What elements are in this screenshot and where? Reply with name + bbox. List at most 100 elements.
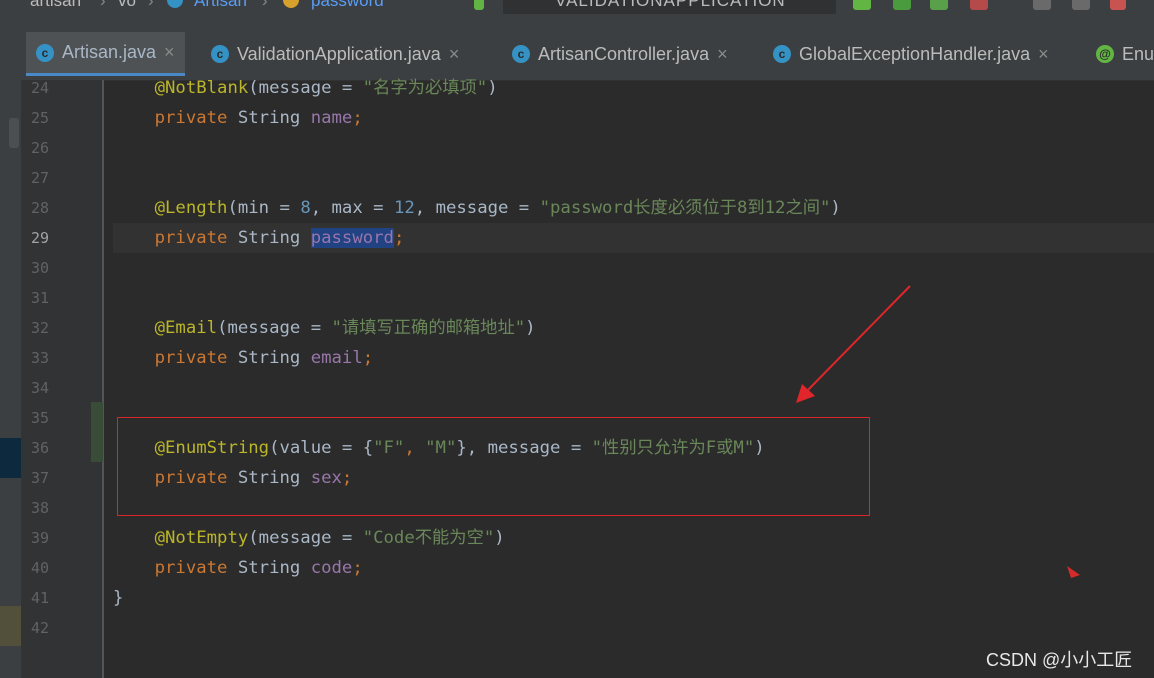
back-arrow-icon[interactable] xyxy=(474,0,484,10)
spring-class-icon: c xyxy=(211,45,229,63)
code-token: ) xyxy=(487,78,498,98)
field-name: name xyxy=(310,108,353,128)
red-arrow-head xyxy=(796,384,815,403)
stop-icon[interactable] xyxy=(1110,0,1126,10)
code-token: (min = xyxy=(227,198,301,218)
run-icon[interactable] xyxy=(853,0,871,10)
code-token: (message = xyxy=(248,528,363,548)
gutter-divider xyxy=(102,80,104,678)
breadcrumb-item-subpackage[interactable]: vo xyxy=(118,0,136,11)
closing-brace: } xyxy=(113,588,124,608)
project-tree-selection-marker xyxy=(0,438,21,478)
run-configuration-selector[interactable]: VALIDATIONAPPLICATION xyxy=(503,0,836,14)
left-tool-strip xyxy=(0,80,21,678)
run-configuration-label: VALIDATIONAPPLICATION xyxy=(555,0,786,10)
profile-icon[interactable] xyxy=(970,0,988,10)
tab-label: ArtisanController.java xyxy=(538,43,710,64)
annotation: @NotEmpty xyxy=(154,528,249,548)
mouse-cursor-icon xyxy=(1067,566,1080,578)
code-token: (message = xyxy=(217,318,332,338)
class-icon xyxy=(167,0,183,8)
code-line-25[interactable]: private String name; xyxy=(113,103,363,133)
line-number: 41 xyxy=(30,589,49,607)
line-number: 30 xyxy=(30,259,49,277)
close-icon[interactable]: × xyxy=(449,44,460,65)
breadcrumb-item-field[interactable]: password xyxy=(311,0,384,11)
code-line-32[interactable]: @Email(message = "请填写正确的邮箱地址") xyxy=(113,313,536,343)
string-literal: "Code不能为空" xyxy=(362,528,495,548)
type-name: String xyxy=(237,348,311,368)
watermark: CSDN @小小工匠 xyxy=(986,650,1133,670)
build-icon[interactable] xyxy=(1033,0,1051,10)
close-icon[interactable]: × xyxy=(164,42,175,63)
breadcrumb-separator: › xyxy=(100,0,106,10)
project-tree-marker xyxy=(0,606,21,646)
keyword: private xyxy=(154,558,238,578)
field-name: code xyxy=(310,558,353,578)
field-name: email xyxy=(310,348,363,368)
tab-label: ValidationApplication.java xyxy=(237,43,441,64)
number-literal: 12 xyxy=(393,198,415,218)
line-number-current: 29 xyxy=(30,229,49,247)
breadcrumb-separator: › xyxy=(262,0,268,10)
code-line-33[interactable]: private String email; xyxy=(113,343,374,373)
keyword: private xyxy=(154,108,238,128)
code-token: ) xyxy=(830,198,841,218)
vcs-change-marker[interactable] xyxy=(91,402,103,462)
field-icon xyxy=(283,0,299,8)
line-number: 25 xyxy=(30,109,49,127)
close-icon[interactable]: × xyxy=(1038,44,1049,65)
tab-artisan-java[interactable]: c Artisan.java × xyxy=(26,32,185,76)
tab-label: Enu xyxy=(1122,43,1154,64)
string-literal: "请填写正确的邮箱地址" xyxy=(331,318,526,338)
annotation: @Email xyxy=(154,318,218,338)
code-line-24[interactable]: @NotBlank(message = "名字为必填项") xyxy=(113,73,498,103)
semicolon: ; xyxy=(362,348,374,368)
tab-artisancontroller-java[interactable]: c ArtisanController.java × xyxy=(512,32,728,76)
line-number: 34 xyxy=(30,379,49,397)
code-line-39[interactable]: @NotEmpty(message = "Code不能为空") xyxy=(113,523,505,553)
line-number: 37 xyxy=(30,469,49,487)
code-line-28[interactable]: @Length(min = 8, max = 12, message = "pa… xyxy=(113,193,841,223)
coverage-icon[interactable] xyxy=(930,0,948,10)
scroll-marker xyxy=(9,118,19,148)
line-number: 32 xyxy=(30,319,49,337)
line-number: 39 xyxy=(30,529,49,547)
breadcrumb-item-class[interactable]: Artisan xyxy=(194,0,247,11)
type-name: String xyxy=(237,228,311,248)
highlight-box xyxy=(117,417,870,516)
debug-icon[interactable] xyxy=(893,0,911,10)
rerun-icon[interactable] xyxy=(1072,0,1090,10)
semicolon: ; xyxy=(352,558,363,578)
class-icon: c xyxy=(773,45,791,63)
navigation-bar: artisan › vo › Artisan › password VALIDA… xyxy=(0,0,1154,14)
tab-label: Artisan.java xyxy=(62,42,157,62)
code-line-29[interactable]: private String password; xyxy=(113,223,404,253)
tab-enum[interactable]: @ Enu xyxy=(1096,32,1154,76)
tab-validationapplication-java[interactable]: c ValidationApplication.java × xyxy=(211,32,459,76)
tab-globalexceptionhandler-java[interactable]: c GlobalExceptionHandler.java × xyxy=(773,32,1049,76)
breadcrumb-separator: › xyxy=(148,0,154,10)
semicolon: ; xyxy=(393,228,405,248)
code-token: ) xyxy=(525,318,536,338)
line-number: 24 xyxy=(30,79,49,97)
annotation: @Length xyxy=(154,198,228,218)
annotation: @NotBlank xyxy=(154,78,249,98)
selected-field-name: password xyxy=(310,228,394,248)
line-number: 36 xyxy=(30,439,49,457)
line-number: 26 xyxy=(30,139,49,157)
editor-tab-bar: c Artisan.java × c ValidationApplication… xyxy=(0,14,1154,81)
type-name: String xyxy=(237,108,311,128)
line-number: 40 xyxy=(30,559,49,577)
line-number: 28 xyxy=(30,199,49,217)
code-token: ) xyxy=(494,528,505,548)
close-icon[interactable]: × xyxy=(717,44,728,65)
code-token: (message = xyxy=(248,78,363,98)
string-literal: "名字为必填项" xyxy=(362,78,488,98)
code-line-40[interactable]: private String code; xyxy=(113,553,363,583)
line-number: 35 xyxy=(30,409,49,427)
breadcrumb-item-package[interactable]: artisan xyxy=(30,0,81,11)
red-arrow-line xyxy=(805,285,911,393)
tab-label: GlobalExceptionHandler.java xyxy=(799,43,1031,64)
code-line-41[interactable]: } xyxy=(113,583,123,613)
